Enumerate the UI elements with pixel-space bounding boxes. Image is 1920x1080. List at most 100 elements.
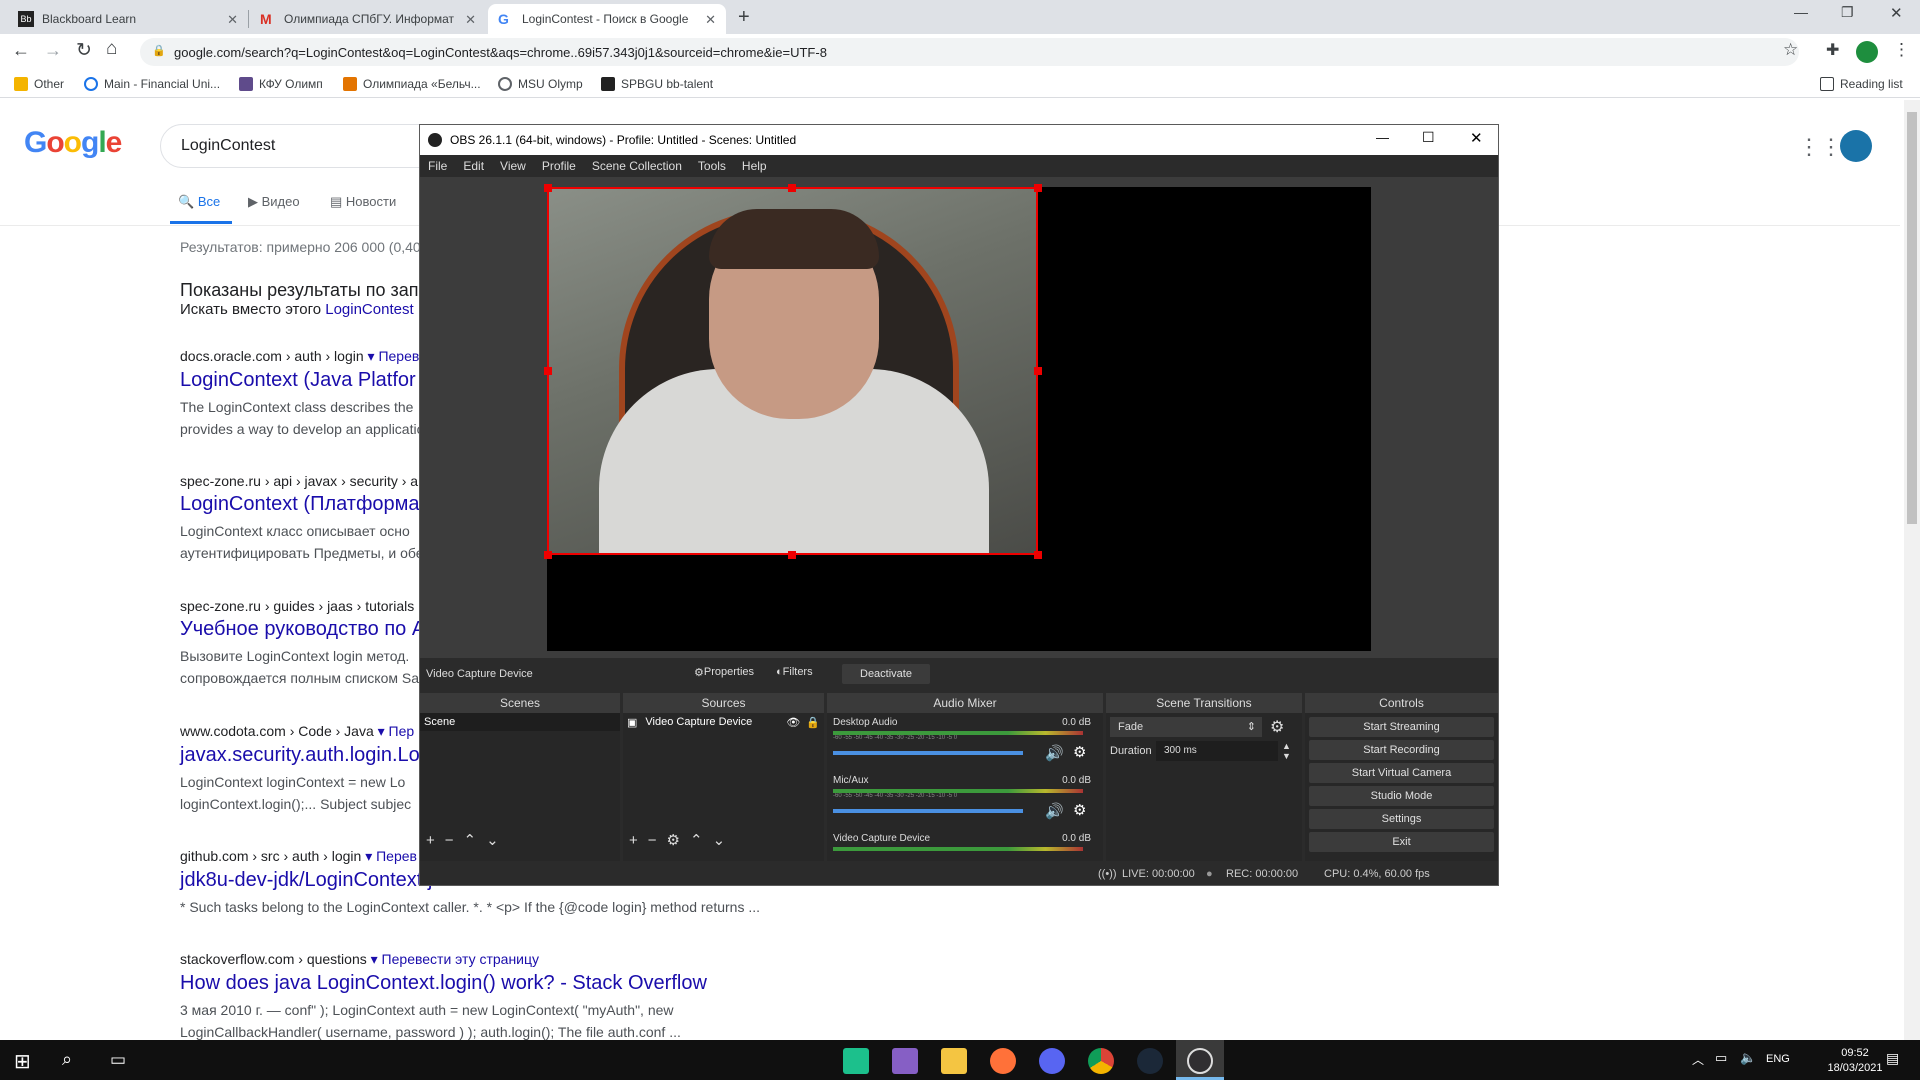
speaker-icon[interactable]: 🔊 xyxy=(1045,744,1064,762)
start-virtual-camera-button[interactable]: Start Virtual Camera xyxy=(1309,763,1494,783)
bookmark-belch[interactable]: Олимпиада «Бельч... xyxy=(343,75,481,93)
duration-input[interactable]: 300 ms xyxy=(1156,741,1278,761)
result-title[interactable]: Учебное руководство по A xyxy=(180,618,425,641)
home-icon[interactable]: ⌂ xyxy=(106,38,117,60)
search-icon[interactable]: ⌕ xyxy=(62,1049,72,1070)
apps-grid-icon[interactable]: ⋮⋮ xyxy=(1798,134,1842,160)
close-icon[interactable]: ✕ xyxy=(1470,129,1483,147)
menu-edit[interactable]: Edit xyxy=(455,159,492,173)
resize-handle[interactable] xyxy=(788,551,796,559)
maximize-icon[interactable]: ☐ xyxy=(1422,129,1435,146)
bookmark-other[interactable]: Other xyxy=(14,75,64,93)
menu-scene-collection[interactable]: Scene Collection xyxy=(584,159,690,173)
gear-icon[interactable]: ⚙ xyxy=(1270,717,1284,737)
bookmark-kfu[interactable]: КФУ Олимп xyxy=(239,75,323,93)
tray-chevron-icon[interactable]: ︿ xyxy=(1692,1051,1704,1068)
menu-view[interactable]: View xyxy=(492,159,534,173)
move-down-icon[interactable]: ⌄ xyxy=(713,832,736,849)
add-icon[interactable]: + xyxy=(629,832,648,849)
close-tab-icon[interactable]: ✕ xyxy=(227,12,238,28)
start-recording-button[interactable]: Start Recording xyxy=(1309,740,1494,760)
volume-slider[interactable] xyxy=(833,751,1023,755)
chrome-icon[interactable] xyxy=(1088,1048,1114,1074)
task-view-icon[interactable]: ▭ xyxy=(110,1050,126,1070)
menu-dots-icon[interactable]: ⋮ xyxy=(1893,40,1910,60)
firefox-icon[interactable] xyxy=(990,1048,1016,1074)
address-bar[interactable]: 🔒 google.com/search?q=LoginContest&oq=Lo… xyxy=(140,38,1799,66)
extensions-icon[interactable]: ✚ xyxy=(1826,40,1839,60)
resize-handle[interactable] xyxy=(1034,551,1042,559)
language-indicator[interactable]: ENG xyxy=(1766,1053,1790,1065)
google-logo[interactable]: Google xyxy=(24,126,122,160)
remove-icon[interactable]: − xyxy=(445,832,464,849)
bookmark-star-icon[interactable]: ☆ xyxy=(1783,40,1798,60)
visual-studio-icon[interactable] xyxy=(892,1048,918,1074)
move-down-icon[interactable]: ⌄ xyxy=(486,832,509,849)
resize-handle[interactable] xyxy=(544,184,552,192)
speaker-icon[interactable]: 🔊 xyxy=(1045,802,1064,820)
result-title[interactable]: LoginContext (Платформа xyxy=(180,493,424,516)
bookmark-spbgu[interactable]: SPBGU bb-talent xyxy=(601,75,713,93)
profile-avatar[interactable] xyxy=(1856,41,1878,63)
tab-video[interactable]: ▶ Видео xyxy=(248,194,300,210)
minimize-icon[interactable]: — xyxy=(1376,130,1389,145)
steam-icon[interactable] xyxy=(1137,1048,1163,1074)
scrollbar-thumb[interactable] xyxy=(1907,112,1917,524)
clock[interactable]: 09:52 18/03/2021 xyxy=(1820,1046,1890,1076)
tab-all[interactable]: 🔍 Все xyxy=(178,194,220,210)
reload-icon[interactable]: ↻ xyxy=(76,39,92,62)
remove-icon[interactable]: − xyxy=(648,832,667,849)
tab-google-search[interactable]: G LoginContest - Поиск в Google ✕ xyxy=(488,4,726,34)
add-icon[interactable]: + xyxy=(426,832,445,849)
file-explorer-icon[interactable] xyxy=(941,1048,967,1074)
new-tab-icon[interactable]: + xyxy=(738,6,750,29)
search-instead-link[interactable]: LoginContest xyxy=(325,301,413,318)
scene-item[interactable]: Scene xyxy=(420,713,620,731)
resize-handle[interactable] xyxy=(788,184,796,192)
tab-news[interactable]: ▤ Новости xyxy=(330,194,396,210)
search-input[interactable]: LoginContest xyxy=(181,137,275,155)
move-up-icon[interactable]: ⌃ xyxy=(690,832,713,849)
lock-icon[interactable]: 🔒 xyxy=(806,716,820,729)
result-title[interactable]: javax.security.auth.login.Lo xyxy=(180,744,420,767)
start-windows-icon[interactable]: ⊞ xyxy=(14,1049,31,1074)
tab-blackboard[interactable]: Bb Blackboard Learn ✕ xyxy=(8,4,248,34)
resize-handle[interactable] xyxy=(1034,184,1042,192)
restore-icon[interactable]: ❐ xyxy=(1841,4,1854,21)
forward-icon[interactable]: → xyxy=(44,40,62,61)
back-icon[interactable]: ← xyxy=(12,40,30,61)
properties-button[interactable]: ⚙ Properties xyxy=(694,666,754,679)
tab-olympiad[interactable]: M Олимпиада СПбГУ. Информати ✕ xyxy=(250,4,486,34)
bookmark-msu[interactable]: MSU Olymp xyxy=(498,75,583,93)
settings-button[interactable]: Settings xyxy=(1309,809,1494,829)
result-title[interactable]: How does java LoginContext.login() work?… xyxy=(180,972,707,995)
notifications-icon[interactable]: ▤ xyxy=(1886,1050,1899,1067)
close-window-icon[interactable]: ✕ xyxy=(1890,4,1903,22)
filters-button[interactable]: ◐ Filters xyxy=(776,666,813,678)
page-scrollbar[interactable] xyxy=(1904,100,1920,1040)
gear-icon[interactable]: ⚙ xyxy=(1073,801,1086,819)
menu-tools[interactable]: Tools xyxy=(690,159,734,173)
reading-list[interactable]: Reading list xyxy=(1820,75,1903,93)
discord-icon[interactable] xyxy=(1039,1048,1065,1074)
eye-icon[interactable]: 👁 xyxy=(786,716,800,729)
account-avatar[interactable] xyxy=(1840,130,1872,162)
exit-button[interactable]: Exit xyxy=(1309,832,1494,852)
deactivate-button[interactable]: Deactivate xyxy=(842,664,930,684)
transition-select[interactable]: Fade ⇕ xyxy=(1110,717,1262,737)
gear-icon[interactable]: ⚙ xyxy=(667,832,690,849)
bookmark-financial[interactable]: Main - Financial Uni... xyxy=(84,75,220,93)
gear-icon[interactable]: ⚙ xyxy=(1073,743,1086,761)
menu-profile[interactable]: Profile xyxy=(534,159,584,173)
volume-slider[interactable] xyxy=(833,809,1023,813)
obs-icon[interactable] xyxy=(1187,1048,1213,1074)
move-up-icon[interactable]: ⌃ xyxy=(464,832,487,849)
webcam-feed[interactable] xyxy=(547,187,1038,555)
result-title[interactable]: LoginContext (Java Platfor xyxy=(180,369,424,392)
resize-handle[interactable] xyxy=(1034,367,1042,375)
menu-help[interactable]: Help xyxy=(734,159,775,173)
stepper-icon[interactable]: ▲ ▼ xyxy=(1282,741,1291,761)
volume-icon[interactable]: 🔈 xyxy=(1740,1050,1756,1066)
resize-handle[interactable] xyxy=(544,551,552,559)
pycharm-icon[interactable] xyxy=(843,1048,869,1074)
